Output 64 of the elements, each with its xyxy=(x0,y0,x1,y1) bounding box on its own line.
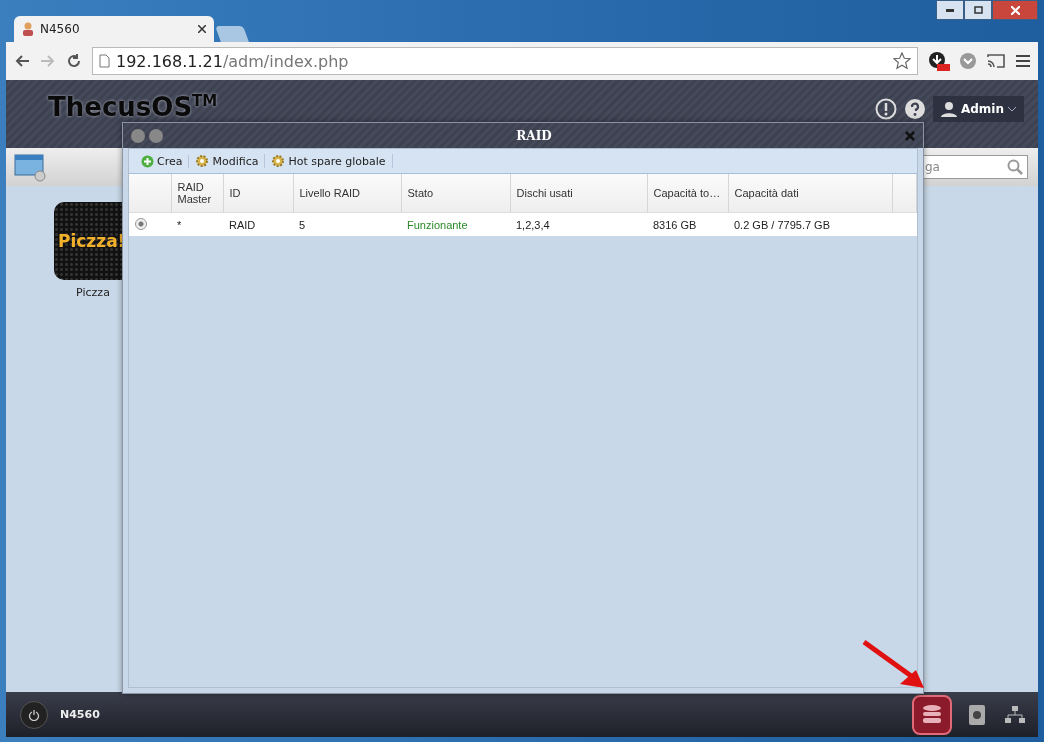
app-logo: Piczza! xyxy=(58,231,126,251)
cast-icon[interactable] xyxy=(986,53,1006,69)
device-name: N4560 xyxy=(60,708,101,721)
browser-tab[interactable]: N4560 xyxy=(14,16,214,42)
back-icon[interactable] xyxy=(14,54,30,68)
toolbar-button[interactable]: Crea xyxy=(135,154,190,168)
app-label: Piczza xyxy=(76,286,110,299)
arrow-drawing xyxy=(862,640,926,690)
forward-button[interactable] xyxy=(149,128,163,143)
power-icon xyxy=(28,708,40,721)
back-button[interactable] xyxy=(131,128,145,143)
chevron-down-icon xyxy=(1008,106,1016,112)
column-header[interactable]: Stato xyxy=(401,174,510,213)
database-icon xyxy=(922,703,942,726)
close-button[interactable] xyxy=(992,0,1038,20)
logo: ThecusOS$^{TM}$ xyxy=(48,90,218,122)
user-menu-button[interactable]: Admin xyxy=(932,96,1024,122)
network-icon xyxy=(1005,705,1025,724)
table-cell: * xyxy=(171,212,223,236)
minimize-button[interactable] xyxy=(936,0,964,20)
page-icon xyxy=(99,54,110,68)
table-cell: 5 xyxy=(293,212,401,236)
address-bar[interactable]: 192.168.1.21/adm/index.php xyxy=(92,47,918,75)
toolbar-button[interactable]: Modifica xyxy=(189,154,266,168)
radio-button[interactable] xyxy=(135,217,147,230)
chevron-circle-icon[interactable] xyxy=(960,53,976,69)
dialog-title: RAID xyxy=(515,128,553,143)
storage-button[interactable] xyxy=(912,694,952,735)
close-icon[interactable] xyxy=(198,25,206,33)
table-cell: Funzionante xyxy=(401,212,510,236)
power-button[interactable] xyxy=(20,700,48,729)
close-icon xyxy=(1010,5,1020,15)
search-icon xyxy=(1007,159,1023,175)
reload-icon[interactable] xyxy=(66,53,82,69)
new-tab-button[interactable] xyxy=(215,26,249,42)
maximize-button[interactable] xyxy=(964,0,992,20)
table-cell: RAID xyxy=(223,212,293,236)
minimize-icon xyxy=(946,8,954,12)
calendar-gear-icon[interactable] xyxy=(14,152,48,182)
url-path: /adm/index.php xyxy=(222,51,349,71)
column-header[interactable]: Dischi usati xyxy=(510,174,647,213)
tab-title: N4560 xyxy=(40,22,81,36)
column-header[interactable]: Capacità to… xyxy=(647,174,728,213)
menu-icon[interactable] xyxy=(1016,54,1030,68)
person-icon xyxy=(22,22,34,36)
star-icon[interactable] xyxy=(893,52,911,70)
toolbar-button[interactable]: Hot spare globale xyxy=(265,154,393,168)
gear-icon xyxy=(271,154,286,168)
url-host: 192.168.1.21 xyxy=(116,51,223,71)
add-icon xyxy=(141,154,154,168)
table-cell: 1,2,3,4 xyxy=(510,212,647,236)
column-header[interactable]: ID xyxy=(223,174,293,213)
column-header[interactable]: Livello RAID xyxy=(293,174,401,213)
user-icon xyxy=(940,101,957,117)
gear-icon xyxy=(195,154,210,168)
table-cell: 0.2 GB / 7795.7 GB xyxy=(728,212,892,236)
help-icon[interactable] xyxy=(904,99,925,119)
column-header[interactable]: Capacità dati xyxy=(728,174,892,213)
column-header[interactable]: RAID Master xyxy=(171,174,223,213)
table-cell: 8316 GB xyxy=(647,212,728,236)
alert-icon[interactable] xyxy=(874,98,897,120)
close-icon xyxy=(905,130,915,141)
download-icon[interactable] xyxy=(928,51,950,71)
maximize-icon xyxy=(973,6,983,14)
